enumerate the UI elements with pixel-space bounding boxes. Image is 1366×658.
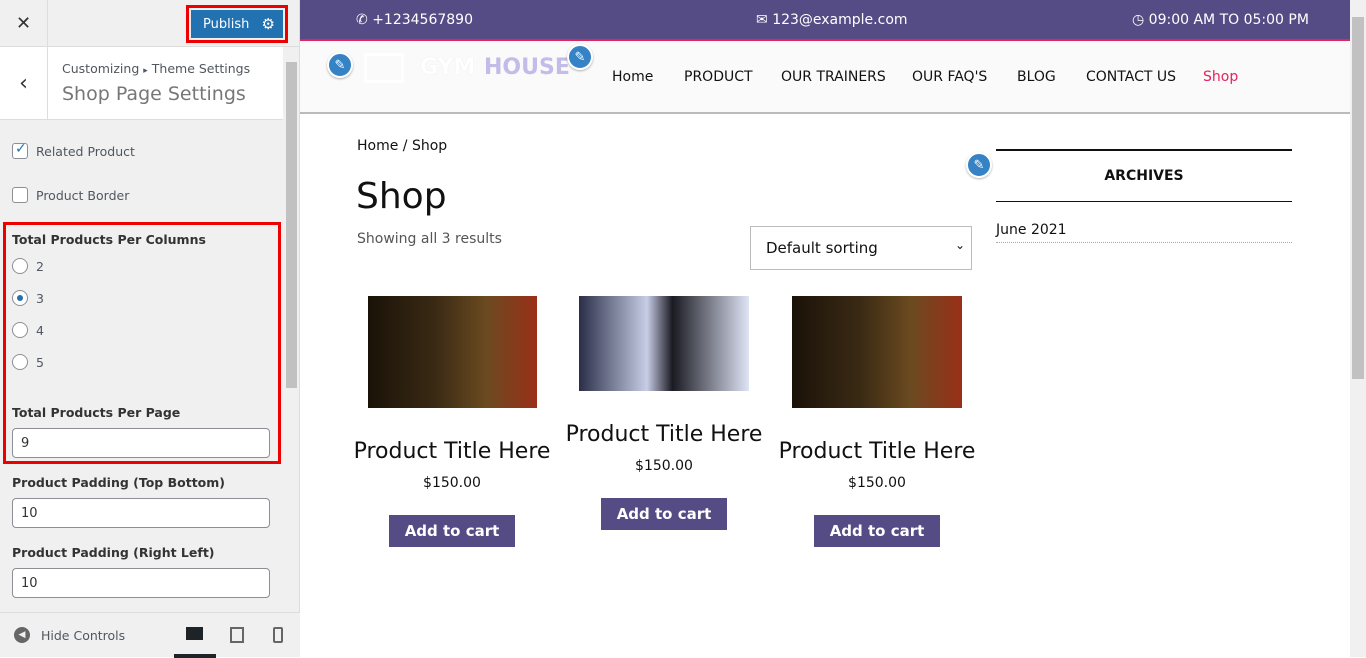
- result-count: Showing all 3 results: [357, 231, 502, 247]
- site-header: GYM HOUSE ✎ ✎ Home PRODUCT OUR TRAINERS …: [300, 41, 1350, 114]
- phone-item: ✆ +1234567890: [356, 12, 473, 28]
- logo-text-1[interactable]: GYM: [420, 55, 475, 80]
- product-image[interactable]: [367, 296, 537, 408]
- padding-rl-input[interactable]: 10: [12, 568, 270, 598]
- gear-icon[interactable]: ⚙: [262, 15, 275, 33]
- per-page-label: Total Products Per Page: [12, 405, 181, 420]
- publish-label: Publish: [203, 16, 250, 32]
- hide-controls-button[interactable]: Hide Controls: [41, 628, 125, 643]
- columns-radio-4[interactable]: [12, 322, 28, 338]
- site-topbar: ✆ +1234567890 ✉ 123@example.com ◷ 09:00 …: [300, 0, 1350, 41]
- customizer-header: ✕ Publish ⚙: [0, 0, 300, 47]
- edit-shortcut-widget[interactable]: ✎: [966, 152, 992, 178]
- section-title: Shop Page Settings: [62, 83, 246, 105]
- preview-scrollbar[interactable]: [1350, 0, 1366, 657]
- desktop-icon[interactable]: [186, 627, 203, 640]
- columns-radio-3[interactable]: [12, 290, 28, 306]
- crumb-sep: ▸: [143, 66, 148, 76]
- product-card: Product Title Here $150.00 Add to cart: [352, 296, 552, 547]
- product-border-checkbox[interactable]: [12, 187, 28, 203]
- radio-label: 4: [36, 323, 44, 338]
- add-to-cart-button[interactable]: Add to cart: [813, 515, 941, 547]
- page-title: Shop: [356, 176, 447, 217]
- widget-title: ARCHIVES: [996, 149, 1292, 202]
- nav-our-faqs[interactable]: OUR FAQ'S: [912, 69, 987, 85]
- product-title[interactable]: Product Title Here: [352, 438, 552, 465]
- sorting-select[interactable]: Default sorting ⌄: [750, 226, 972, 270]
- panel-scrollbar[interactable]: [284, 60, 298, 610]
- hours-text: 09:00 AM TO 05:00 PM: [1148, 12, 1309, 28]
- close-icon: ✕: [15, 13, 32, 34]
- email-text: 123@example.com: [772, 12, 908, 28]
- active-device-indicator: [174, 654, 216, 658]
- email-item: ✉ 123@example.com: [756, 12, 908, 28]
- site-preview: ✆ +1234567890 ✉ 123@example.com ◷ 09:00 …: [300, 0, 1350, 657]
- product-image[interactable]: [792, 296, 962, 408]
- hours-item: ◷ 09:00 AM TO 05:00 PM: [1132, 12, 1309, 28]
- related-product-checkbox[interactable]: ✓: [12, 141, 28, 159]
- product-card: Product Title Here $150.00 Add to cart: [777, 296, 977, 547]
- product-border-label: Product Border: [36, 188, 130, 203]
- close-button[interactable]: ✕: [0, 0, 48, 47]
- nav-product[interactable]: PRODUCT: [684, 69, 753, 85]
- radio-label: 3: [36, 291, 44, 306]
- scrollbar-thumb[interactable]: [286, 62, 297, 388]
- nav-our-trainers[interactable]: OUR TRAINERS: [781, 69, 886, 85]
- related-product-label: Related Product: [36, 144, 135, 159]
- clock-icon: ◷: [1132, 12, 1145, 28]
- customizer-panel: ✕ Publish ⚙ ‹ Customizing ▸ Theme Setting…: [0, 0, 300, 658]
- product-price: $150.00: [423, 475, 481, 491]
- envelope-icon: ✉: [756, 12, 768, 28]
- product-price: $150.00: [848, 475, 906, 491]
- pencil-icon: ✎: [973, 157, 985, 173]
- nav-blog[interactable]: BLOG: [1017, 69, 1056, 85]
- nav-contact-us[interactable]: CONTACT US: [1086, 69, 1176, 85]
- radio-label: 5: [36, 355, 44, 370]
- padding-rl-label: Product Padding (Right Left): [12, 545, 215, 560]
- add-to-cart-button[interactable]: Add to cart: [600, 498, 728, 530]
- phone-icon: ✆: [356, 12, 368, 28]
- scrollbar-thumb[interactable]: [1352, 17, 1364, 379]
- pencil-icon: ✎: [334, 57, 346, 73]
- padding-tb-label: Product Padding (Top Bottom): [12, 475, 225, 490]
- mobile-icon[interactable]: [273, 627, 283, 643]
- radio-label: 2: [36, 259, 44, 274]
- logo-text-2[interactable]: HOUSE: [484, 55, 570, 80]
- columns-radio-5[interactable]: [12, 354, 28, 370]
- product-price: $150.00: [635, 458, 693, 474]
- chevron-left-icon: ‹: [19, 70, 28, 96]
- add-to-cart-button[interactable]: Add to cart: [388, 515, 516, 547]
- logo-icon: [364, 53, 404, 83]
- chevron-down-icon: ⌄: [954, 238, 965, 252]
- archive-link[interactable]: June 2021: [996, 222, 1292, 243]
- columns-radio-2[interactable]: [12, 258, 28, 274]
- publish-highlight: Publish ⚙: [186, 5, 288, 43]
- edit-shortcut-menu[interactable]: ✎: [567, 44, 593, 70]
- collapse-icon[interactable]: ◀: [14, 627, 30, 643]
- phone-text: +1234567890: [372, 12, 473, 28]
- tablet-icon[interactable]: [230, 627, 244, 643]
- customizer-footer: ◀ Hide Controls: [0, 612, 300, 658]
- nav-home[interactable]: Home: [612, 69, 653, 85]
- product-image[interactable]: [579, 296, 749, 391]
- padding-tb-input[interactable]: 10: [12, 498, 270, 528]
- crumb-root: Customizing: [62, 61, 140, 76]
- pencil-icon: ✎: [574, 49, 586, 65]
- breadcrumb: Customizing ▸ Theme Settings: [62, 61, 250, 76]
- product-title[interactable]: Product Title Here: [564, 421, 764, 448]
- product-title[interactable]: Product Title Here: [777, 438, 977, 465]
- nav-shop[interactable]: Shop: [1203, 69, 1238, 85]
- back-button[interactable]: ‹: [0, 47, 48, 119]
- per-page-input[interactable]: 9: [12, 428, 270, 458]
- sorting-value: Default sorting: [766, 239, 878, 257]
- edit-shortcut-logo[interactable]: ✎: [327, 52, 353, 78]
- publish-button[interactable]: Publish ⚙: [191, 10, 283, 38]
- crumb-parent: Theme Settings: [151, 61, 251, 76]
- columns-label: Total Products Per Columns: [12, 232, 206, 247]
- shop-breadcrumb: Home / Shop: [357, 138, 448, 154]
- section-header: ‹ Customizing ▸ Theme Settings Shop Page…: [0, 47, 283, 120]
- product-card: Product Title Here $150.00 Add to cart: [564, 296, 764, 530]
